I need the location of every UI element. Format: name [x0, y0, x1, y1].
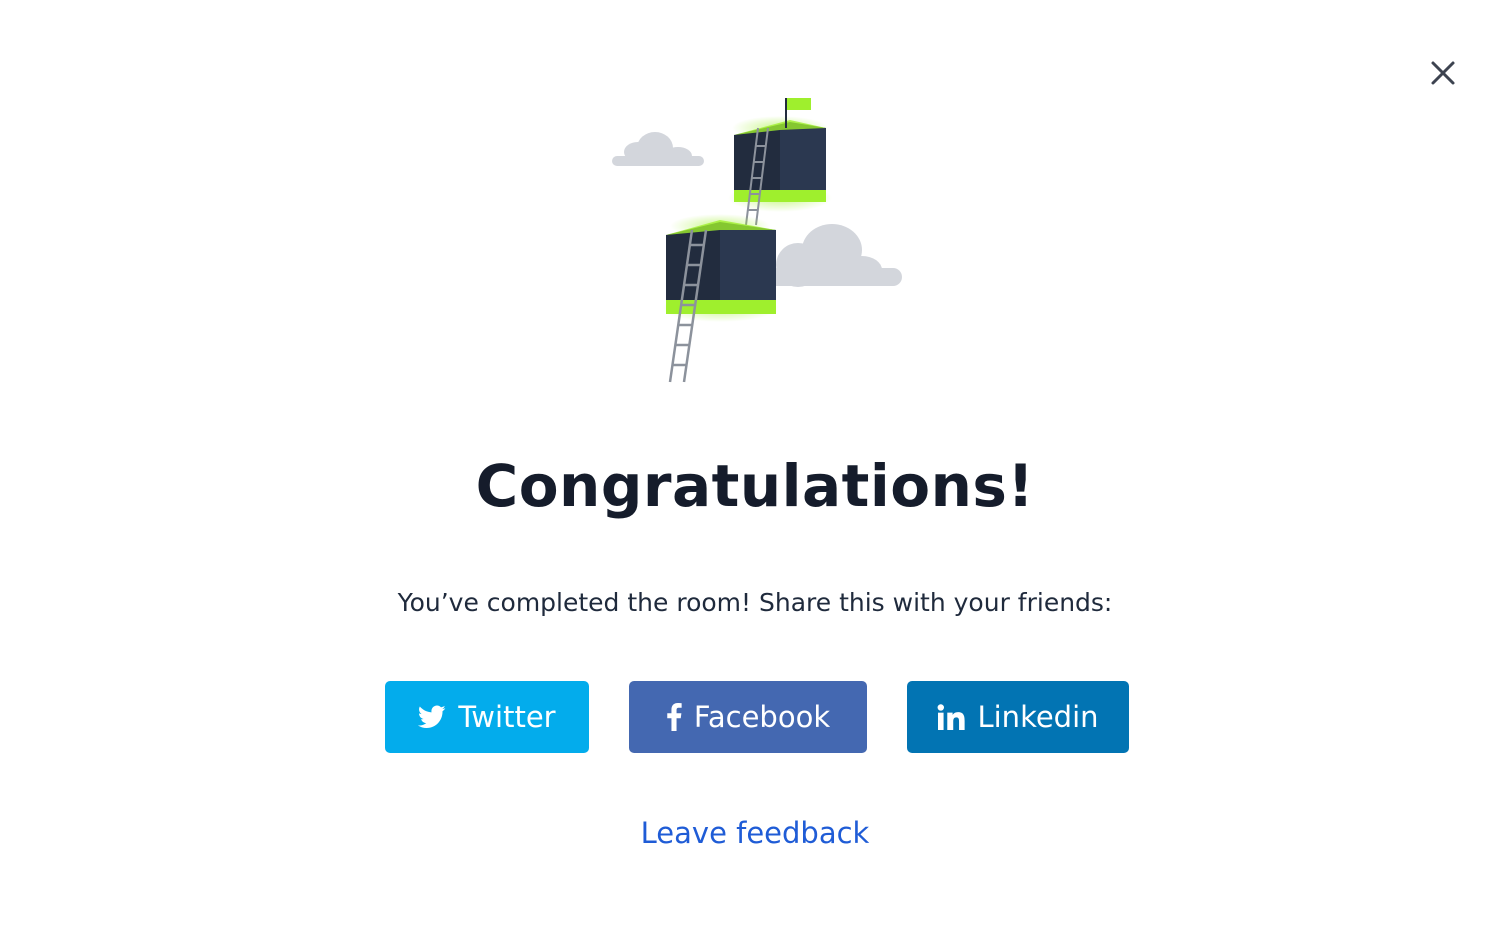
cloud-left — [612, 132, 704, 166]
upper-box — [734, 120, 826, 202]
facebook-icon — [667, 703, 682, 731]
twitter-share-label: Twitter — [458, 700, 556, 734]
linkedin-icon — [938, 704, 966, 730]
feedback-row: Leave feedback — [0, 812, 1510, 854]
share-buttons: Twitter Facebook Linkedin — [0, 681, 1510, 753]
twitter-icon — [418, 705, 446, 728]
close-button[interactable] — [1428, 58, 1458, 88]
twitter-share-button[interactable]: Twitter — [385, 681, 589, 753]
share-message: You’ve completed the room! Share this wi… — [397, 588, 1113, 617]
boxes-with-ladders-and-flag-illustration — [600, 90, 910, 390]
close-icon — [1431, 61, 1455, 85]
linkedin-share-label: Linkedin — [977, 700, 1099, 734]
facebook-share-button[interactable]: Facebook — [629, 681, 867, 753]
facebook-share-label: Facebook — [693, 700, 831, 734]
leave-feedback-link[interactable]: Leave feedback — [641, 816, 870, 850]
dialog-title: Congratulations! — [475, 452, 1035, 520]
completion-dialog: Congratulations! You’ve completed the ro… — [0, 0, 1510, 928]
linkedin-share-button[interactable]: Linkedin — [907, 681, 1129, 753]
